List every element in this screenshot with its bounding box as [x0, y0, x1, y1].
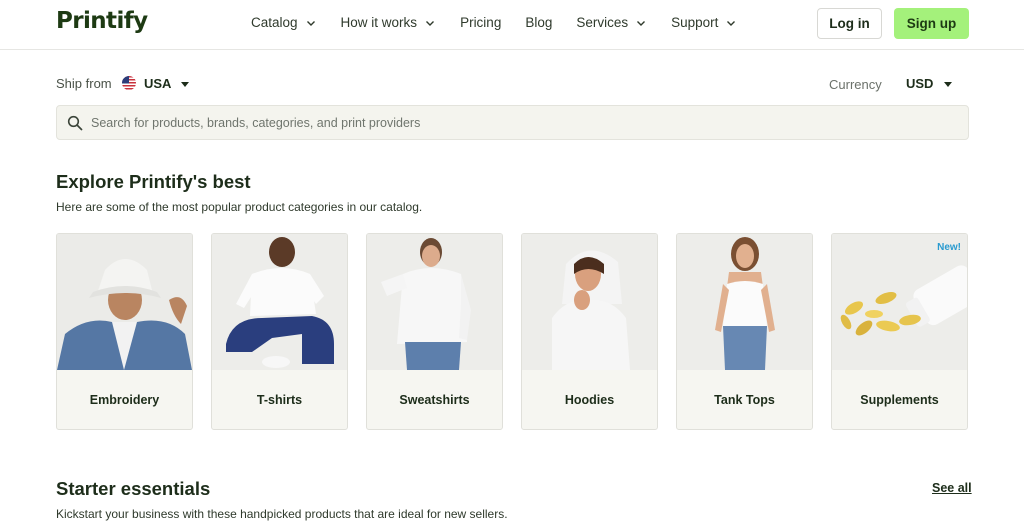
us-flag-icon[interactable] [122, 76, 136, 90]
category-card-hoodies[interactable]: Hoodies [521, 233, 658, 430]
ship-from-label: Ship from [56, 76, 112, 91]
card-label: Hoodies [564, 392, 615, 407]
category-card-embroidery[interactable]: Embroidery [56, 233, 193, 430]
chevron-down-icon [727, 20, 736, 26]
explore-subtitle: Here are some of the most popular produc… [56, 200, 423, 214]
nav-support[interactable]: Support [671, 15, 737, 30]
card-label: Embroidery [89, 392, 160, 407]
currency-label: Currency [829, 77, 882, 92]
chevron-down-icon [306, 20, 315, 26]
starter-essentials-subtitle: Kickstart your business with these handp… [56, 507, 508, 521]
nav-blog-label: Blog [525, 15, 553, 30]
chevron-down-icon [637, 20, 646, 26]
search-input[interactable] [91, 106, 951, 139]
ship-from-caret-icon[interactable] [181, 82, 189, 87]
starter-essentials-heading: Starter essentials [56, 478, 211, 499]
main-nav: Catalog How it works Pricing Blog Servic… [251, 15, 761, 30]
chevron-down-icon [426, 20, 435, 26]
card-label: Sweatshirts [399, 392, 470, 407]
nav-services-label: Services [576, 15, 629, 30]
currency-caret-icon[interactable] [944, 82, 952, 87]
nav-pricing[interactable]: Pricing [460, 15, 501, 30]
ship-from-select[interactable]: USA [144, 76, 171, 91]
printify-logo[interactable]: Printify [56, 8, 148, 34]
explore-heading: Explore Printify's best [56, 171, 251, 192]
signup-button[interactable]: Sign up [894, 8, 969, 39]
sweatshirts-image [367, 234, 502, 370]
card-label: T-shirts [256, 392, 303, 407]
nav-catalog[interactable]: Catalog [251, 15, 317, 30]
card-label: Tank Tops [714, 392, 775, 407]
nav-blog[interactable]: Blog [525, 15, 552, 30]
category-card-t-shirts[interactable]: T-shirts [211, 233, 348, 430]
login-button[interactable]: Log in [817, 8, 882, 39]
card-label: Supplements [860, 392, 939, 407]
search-bar [56, 105, 969, 140]
t-shirts-image [212, 234, 347, 370]
nav-catalog-label: Catalog [251, 15, 298, 30]
supplements-image [832, 234, 967, 370]
search-icon [67, 115, 83, 131]
tank-tops-image [677, 234, 812, 370]
category-card-sweatshirts[interactable]: Sweatshirts [366, 233, 503, 430]
nav-how-it-works-label: How it works [340, 15, 418, 30]
nav-services[interactable]: Services [576, 15, 647, 30]
nav-how-it-works[interactable]: How it works [341, 15, 437, 30]
embroidery-image [57, 234, 192, 370]
currency-select[interactable]: USD [906, 76, 933, 91]
hoodies-image [522, 234, 657, 370]
nav-pricing-label: Pricing [460, 15, 502, 30]
category-card-tank-tops[interactable]: Tank Tops [676, 233, 813, 430]
see-all-link[interactable]: See all [932, 481, 972, 495]
nav-support-label: Support [671, 15, 719, 30]
category-card-supplements[interactable]: New! Supplements [831, 233, 968, 430]
top-header: Printify Catalog How it works Pricing Bl… [0, 0, 1024, 50]
new-badge: New! [937, 242, 961, 253]
